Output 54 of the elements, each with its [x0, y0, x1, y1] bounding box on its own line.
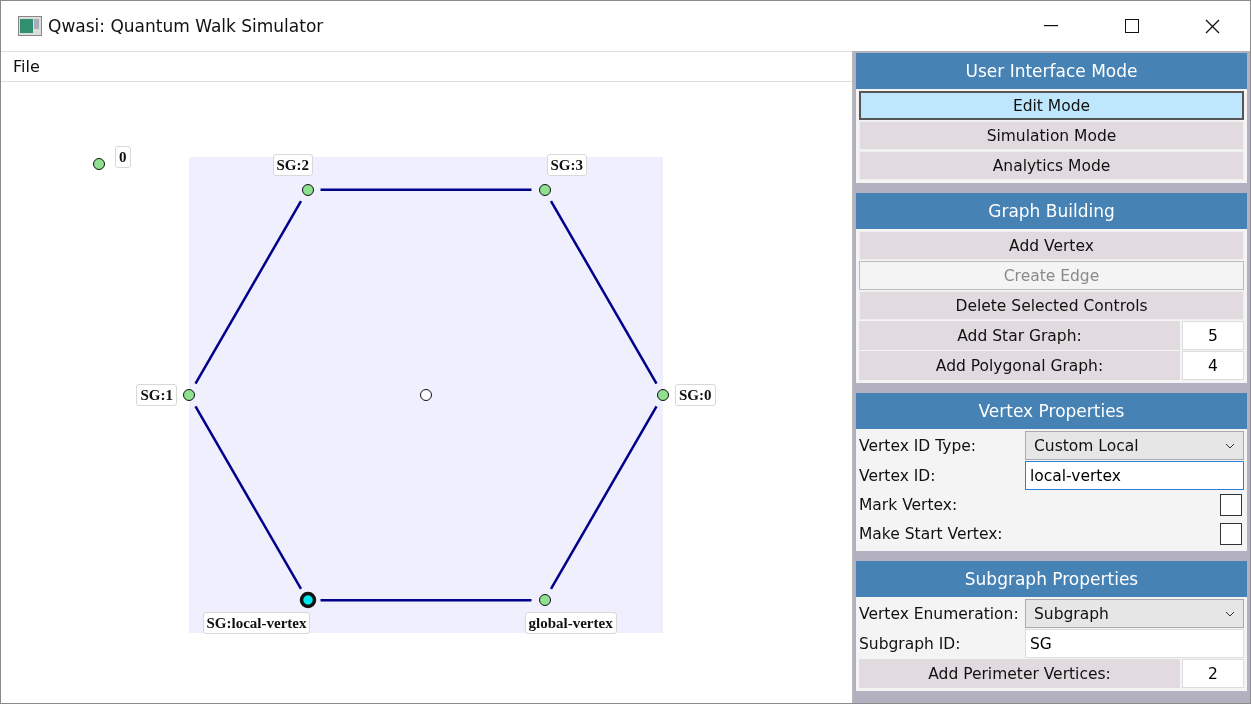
text-field[interactable]: SG	[1025, 629, 1244, 658]
field-label: Mark Vertex:	[859, 496, 959, 514]
app-icon	[18, 16, 42, 36]
vertex[interactable]	[182, 388, 196, 402]
section-header: Graph Building	[856, 193, 1247, 229]
vertex-label: SG:local-vertex	[202, 612, 311, 635]
checkbox[interactable]	[1220, 494, 1242, 516]
field-label: Vertex ID Type:	[859, 435, 977, 457]
text-field[interactable]: local-vertex	[1025, 461, 1244, 490]
vertex[interactable]	[419, 388, 433, 402]
dropdown[interactable]: Custom Local	[1025, 431, 1244, 460]
dropdown[interactable]: Subgraph	[1025, 599, 1244, 628]
mode-button[interactable]: Analytics Mode	[859, 151, 1244, 180]
mode-button[interactable]: Simulation Mode	[859, 121, 1244, 150]
field-label: Vertex Enumeration:	[859, 603, 1020, 625]
section-header: Subgraph Properties	[856, 561, 1247, 597]
number-field[interactable]: 5	[1182, 321, 1244, 350]
vertex[interactable]	[537, 182, 552, 197]
field-label: Make Start Vertex:	[859, 525, 1004, 543]
chevron-icon	[1225, 442, 1235, 449]
mode-button[interactable]: Edit Mode	[859, 91, 1244, 120]
vertex-label: SG:2	[272, 153, 313, 176]
minimize-icon	[1043, 25, 1058, 27]
action-button[interactable]: Add Star Graph:	[859, 321, 1180, 350]
edge[interactable]	[549, 200, 658, 385]
action-button[interactable]: Add Perimeter Vertices:	[859, 659, 1180, 688]
field-label: Vertex ID:	[859, 465, 937, 487]
vertex-label: SG:1	[136, 384, 177, 406]
section-header: Vertex Properties	[856, 393, 1247, 429]
window-title: Qwasi: Quantum Walk Simulator	[48, 16, 325, 36]
vertex-label: 0	[115, 146, 131, 168]
action-button[interactable]: Add Polygonal Graph:	[859, 351, 1180, 380]
chevron-icon	[1225, 610, 1235, 617]
mode-button[interactable]: Delete Selected Controls	[859, 291, 1244, 320]
mode-button[interactable]: Add Vertex	[859, 231, 1244, 260]
vertex[interactable]	[92, 157, 106, 171]
field-label: Subgraph ID:	[859, 633, 962, 655]
vertex[interactable]	[300, 182, 315, 197]
edge[interactable]	[194, 200, 303, 385]
number-field[interactable]: 4	[1182, 351, 1244, 380]
vertex-label: global-vertex	[524, 612, 617, 635]
vertex[interactable]	[656, 388, 670, 402]
edge[interactable]	[194, 405, 303, 590]
vertex-label: SG:0	[675, 384, 716, 406]
edge[interactable]	[549, 405, 658, 590]
close-icon	[1205, 18, 1220, 34]
section-header: User Interface Mode	[856, 53, 1247, 89]
checkbox[interactable]	[1220, 523, 1242, 545]
maximize-icon	[1124, 19, 1139, 33]
number-field[interactable]: 2	[1182, 659, 1244, 688]
vertex[interactable]	[298, 591, 317, 610]
vertex[interactable]	[537, 593, 552, 608]
vertex-label: SG:3	[546, 153, 587, 176]
menu-item[interactable]: File	[1, 57, 52, 76]
